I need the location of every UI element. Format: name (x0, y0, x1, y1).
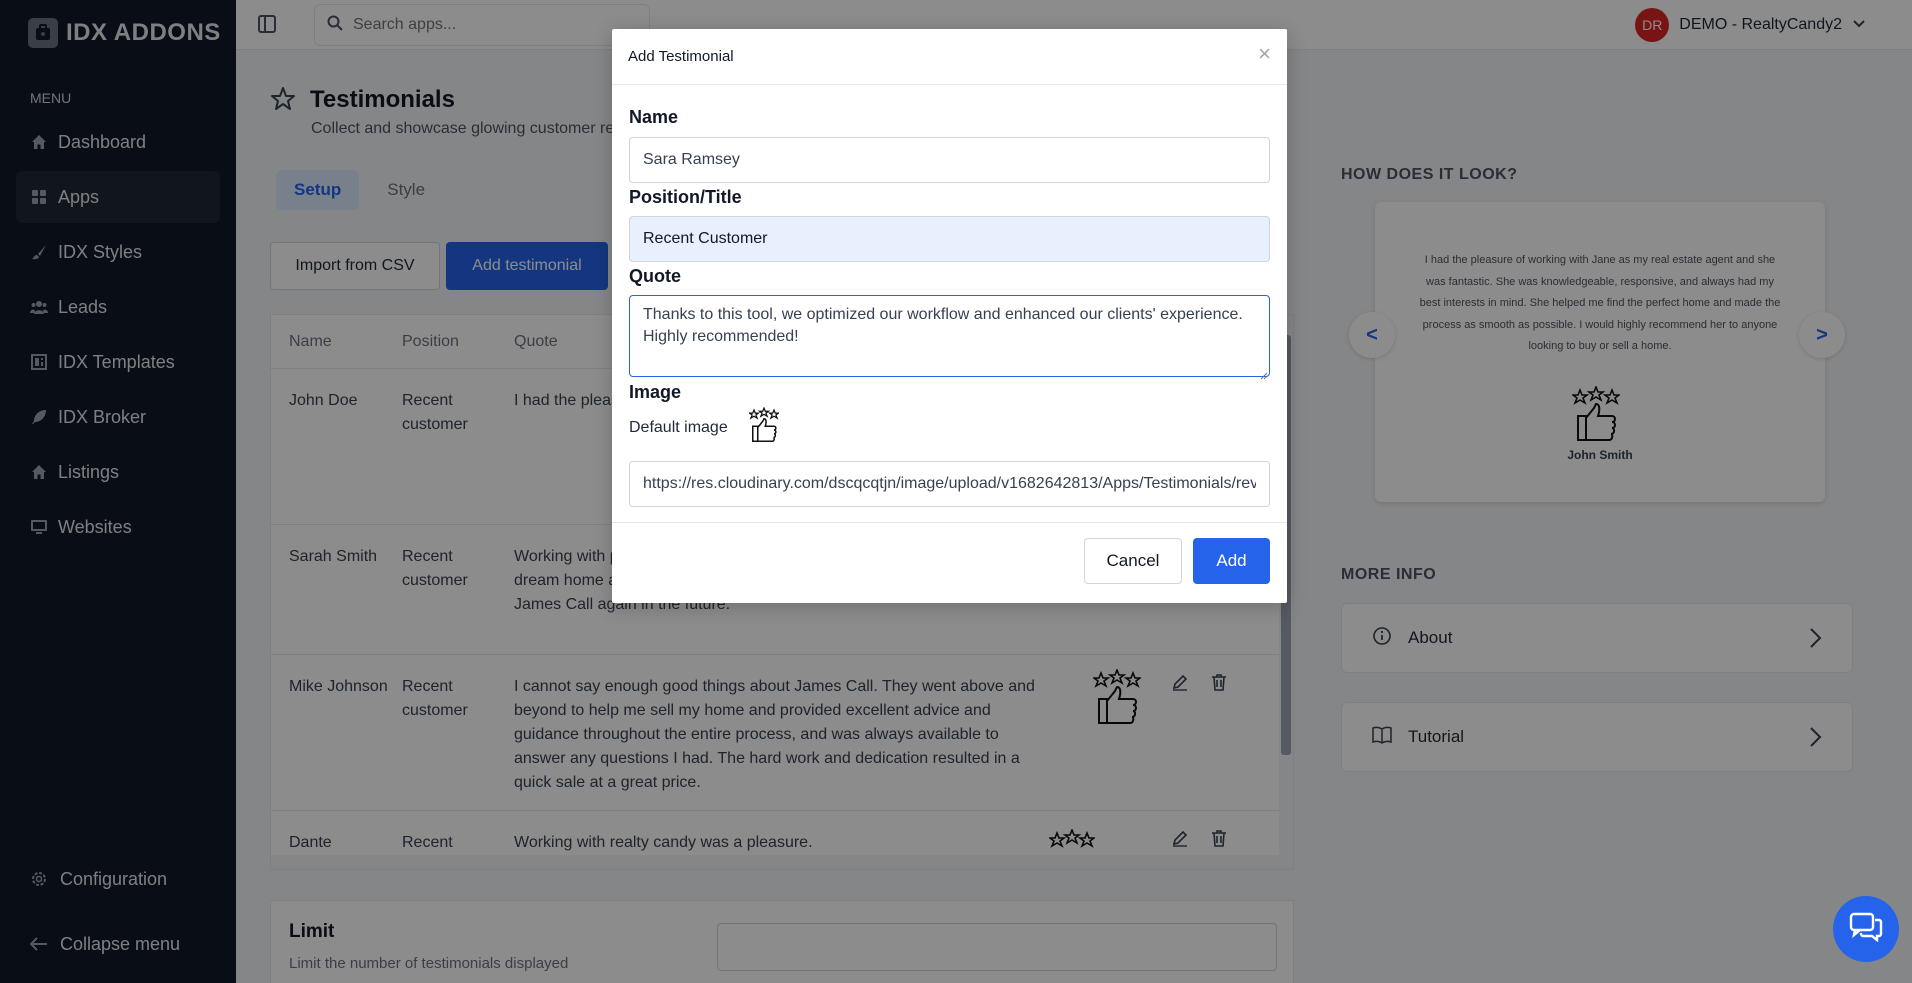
modal-title: Add Testimonial (628, 48, 734, 65)
quote-field[interactable]: Thanks to this tool, we optimized our wo… (629, 295, 1270, 377)
chat-button[interactable] (1833, 896, 1899, 962)
cancel-button[interactable]: Cancel (1084, 538, 1182, 584)
position-label: Position/Title (629, 187, 742, 207)
chat-icon (1849, 912, 1883, 947)
image-url-field[interactable] (629, 461, 1270, 507)
resize-grip-icon[interactable] (1260, 367, 1268, 385)
modal-header: Add Testimonial × (612, 29, 1287, 85)
default-image-label: Default image (629, 419, 728, 436)
position-field[interactable] (629, 216, 1270, 262)
name-field[interactable] (629, 137, 1270, 183)
thumbs-up-stars-icon[interactable] (747, 406, 781, 448)
quote-label: Quote (629, 266, 681, 286)
modal-footer (612, 522, 1287, 603)
image-label: Image (629, 382, 682, 402)
add-testimonial-modal: Add Testimonial × Name Position/Title Qu… (612, 29, 1287, 603)
close-icon[interactable]: × (1258, 43, 1271, 65)
name-label: Name (629, 107, 679, 127)
add-button[interactable]: Add (1193, 538, 1270, 584)
